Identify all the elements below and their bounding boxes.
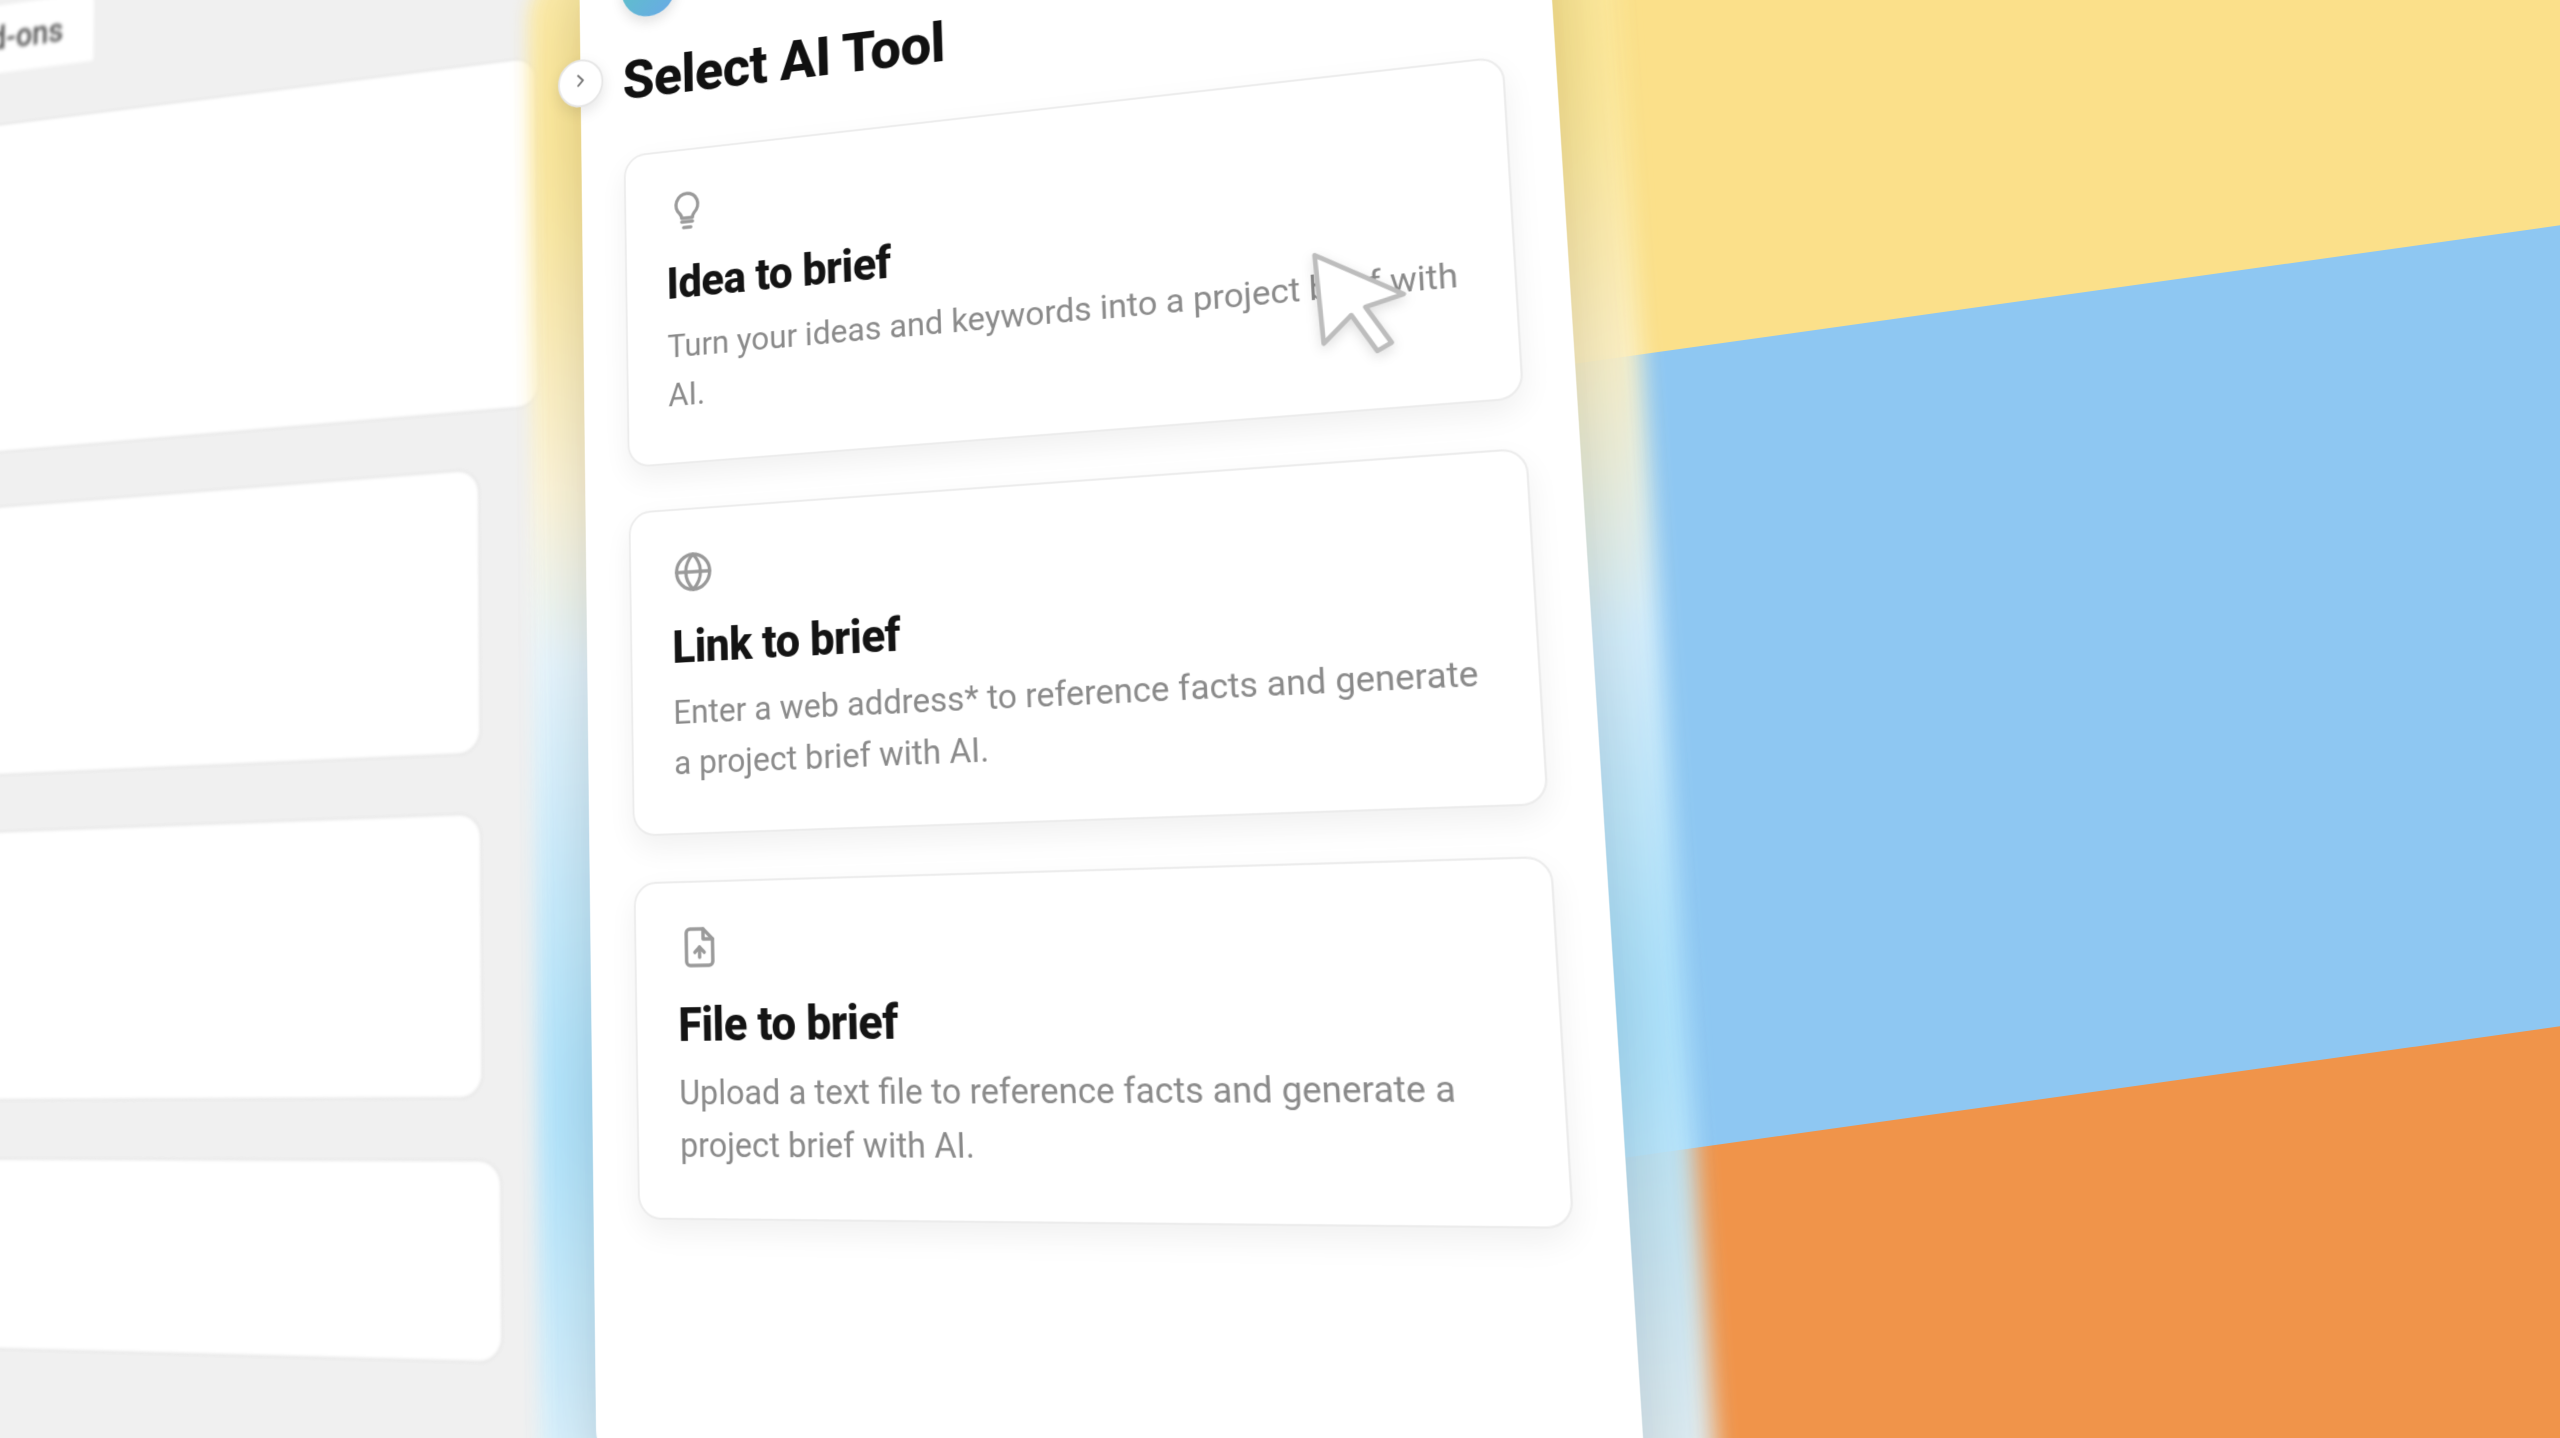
background-card (0, 56, 540, 467)
ai-badge: AI (621, 0, 676, 20)
manage-addons-tab[interactable]: Manage add-ons (0, 0, 94, 96)
chevron-right-icon (571, 69, 590, 97)
manage-addons-label: Manage add-ons (0, 12, 63, 78)
background-card (0, 1157, 503, 1363)
tool-card-idea-to-brief[interactable]: Idea to brief Turn your ideas and keywor… (624, 56, 1525, 468)
file-upload-icon (677, 922, 723, 972)
lightbulb-icon (665, 185, 709, 235)
ai-tool-panel: AI Select AI Tool Idea to brief Turn you… (579, 0, 1647, 1438)
left-background-area: Manage add-ons (0, 0, 588, 1438)
globe-icon (671, 547, 716, 597)
tool-title: File to brief (678, 985, 1511, 1053)
background-card (0, 813, 483, 1102)
tool-card-link-to-brief[interactable]: Link to brief Enter a web address* to re… (629, 448, 1549, 837)
tool-description: Upload a text file to reference facts an… (679, 1061, 1519, 1176)
background-card (0, 468, 481, 783)
tool-card-file-to-brief[interactable]: File to brief Upload a text file to refe… (634, 856, 1575, 1229)
ai-badge-text: AI (636, 0, 661, 4)
